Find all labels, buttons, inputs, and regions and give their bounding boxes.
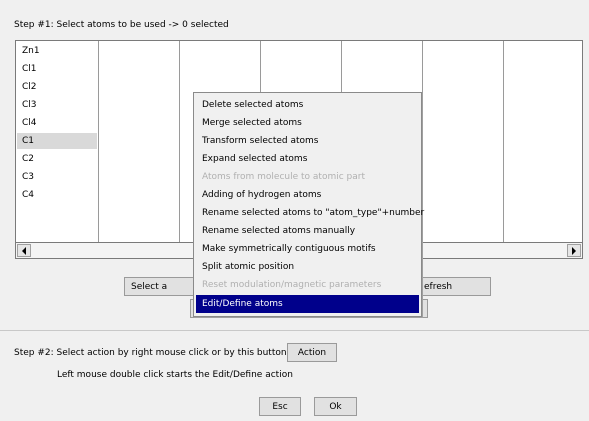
atom-selection-dialog: Step #1: Select atoms to be used -> 0 se…	[0, 0, 589, 421]
atom-item[interactable]: C2	[17, 151, 97, 167]
step2-label: Step #2: Select action by right mouse cl…	[14, 348, 290, 358]
atom-item[interactable]: Cl1	[17, 61, 97, 77]
step1-label: Step #1: Select atoms to be used -> 0 se…	[14, 20, 229, 30]
menu-item-rename-type[interactable]: Rename selected atoms to "atom_type"+num…	[196, 204, 424, 222]
grid-column-divider	[179, 41, 180, 242]
atom-item[interactable]: Zn1	[17, 43, 97, 59]
refresh-button[interactable]: efresh	[415, 277, 491, 296]
grid-column-divider	[503, 41, 504, 242]
double-click-hint: Left mouse double click starts the Edit/…	[57, 370, 293, 380]
menu-item-edit-define[interactable]: Edit/Define atoms	[196, 295, 419, 313]
context-menu: Delete selected atoms Merge selected ato…	[193, 92, 424, 317]
separator	[0, 330, 589, 331]
scroll-right-button[interactable]	[567, 244, 581, 257]
atom-item[interactable]: Cl2	[17, 79, 97, 95]
menu-item-molecule-to-atomic: Atoms from molecule to atomic part	[202, 172, 365, 182]
esc-button[interactable]: Esc	[259, 397, 301, 416]
menu-item-rename-manual[interactable]: Rename selected atoms manually	[196, 222, 419, 240]
menu-item-contiguous-motifs[interactable]: Make symmetrically contiguous motifs	[196, 240, 419, 258]
menu-item-merge[interactable]: Merge selected atoms	[196, 114, 419, 132]
menu-item-transform[interactable]: Transform selected atoms	[196, 132, 419, 150]
menu-item-split-position[interactable]: Split atomic position	[196, 258, 419, 276]
arrow-left-icon	[22, 246, 26, 255]
atom-item[interactable]: Cl4	[17, 115, 97, 131]
atom-item[interactable]: C3	[17, 169, 97, 185]
grid-column-divider	[98, 41, 99, 242]
atom-item-selected[interactable]: C1	[17, 133, 97, 149]
action-button[interactable]: Action	[287, 343, 337, 362]
ok-button[interactable]: Ok	[314, 397, 357, 416]
menu-item-reset-modulation: Reset modulation/magnetic parameters	[202, 280, 382, 290]
scroll-left-button[interactable]	[17, 244, 31, 257]
menu-item-add-hydrogen[interactable]: Adding of hydrogen atoms	[196, 186, 419, 204]
menu-item-expand[interactable]: Expand selected atoms	[196, 150, 419, 168]
atom-item[interactable]: C4	[17, 187, 97, 203]
arrow-right-icon	[572, 246, 576, 255]
menu-item-delete[interactable]: Delete selected atoms	[196, 96, 419, 114]
atom-item[interactable]: Cl3	[17, 97, 97, 113]
